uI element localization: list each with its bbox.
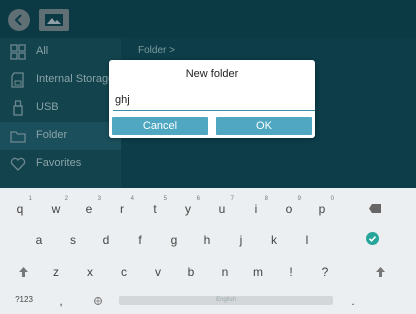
comma-key[interactable]: , — [51, 294, 71, 308]
backspace-key[interactable] — [365, 202, 385, 216]
spacebar[interactable]: English — [119, 296, 333, 305]
globe-icon — [94, 297, 102, 305]
key-n[interactable]: n — [215, 265, 235, 279]
sidebar-item-internal-storage[interactable]: Internal Storage — [0, 66, 121, 94]
shift-icon — [375, 267, 385, 277]
key-z[interactable]: z — [46, 265, 66, 279]
dialog-title: New folder — [185, 68, 239, 80]
period-key[interactable]: . — [343, 294, 363, 308]
key-e[interactable]: e3 — [79, 196, 101, 216]
key-c[interactable]: c — [114, 265, 134, 279]
chevron-left-icon — [14, 14, 22, 26]
folder-name-input[interactable] — [113, 90, 315, 111]
key-v[interactable]: v — [148, 265, 168, 279]
usb-icon — [13, 100, 23, 116]
sidebar-item-usb[interactable]: USB — [0, 94, 121, 122]
key-t[interactable]: t5 — [145, 196, 167, 216]
sidebar-item-label: Favorites — [36, 157, 82, 169]
key-o[interactable]: o9 — [279, 196, 301, 216]
sidebar-item-label: Folder — [36, 129, 68, 141]
breadcrumb[interactable]: Folder > — [138, 45, 175, 56]
image-icon — [45, 14, 63, 26]
key-exclamation[interactable]: ! — [281, 265, 301, 279]
key-x[interactable]: x — [80, 265, 100, 279]
key-f[interactable]: f — [130, 233, 150, 247]
sidebar: All Internal Storage USB Folder Favorite… — [0, 38, 121, 188]
key-r[interactable]: r4 — [112, 196, 134, 216]
key-u[interactable]: u7 — [212, 196, 234, 216]
key-g[interactable]: g — [164, 233, 184, 247]
symbols-key[interactable]: ?123 — [10, 295, 38, 304]
sidebar-item-label: USB — [36, 101, 59, 113]
sidebar-item-label: All — [36, 45, 49, 57]
shift-key-left[interactable] — [13, 266, 33, 280]
folder-icon — [10, 131, 26, 143]
enter-key[interactable] — [362, 232, 382, 248]
shift-icon — [18, 267, 28, 277]
backspace-icon — [369, 204, 381, 213]
heart-icon — [10, 157, 26, 171]
sd-card-icon — [11, 72, 24, 88]
back-button[interactable] — [8, 9, 30, 31]
key-k[interactable]: k — [264, 233, 284, 247]
shift-key-right[interactable] — [370, 266, 390, 280]
language-key[interactable] — [88, 294, 108, 308]
ok-button[interactable]: OK — [216, 117, 312, 135]
key-m[interactable]: m — [248, 265, 268, 279]
key-q[interactable]: q1 — [10, 196, 32, 216]
check-circle-icon — [365, 232, 379, 245]
key-a[interactable]: a — [29, 233, 49, 247]
image-button[interactable] — [39, 9, 69, 31]
key-l[interactable]: l — [297, 233, 317, 247]
key-d[interactable]: d — [96, 233, 116, 247]
key-question[interactable]: ? — [315, 265, 335, 279]
key-w[interactable]: w2 — [46, 196, 68, 216]
key-j[interactable]: j — [231, 233, 251, 247]
key-p[interactable]: p0 — [312, 196, 334, 216]
top-bar — [0, 0, 416, 38]
sidebar-item-favorites[interactable]: Favorites — [0, 150, 121, 178]
key-s[interactable]: s — [63, 233, 83, 247]
key-y[interactable]: y6 — [178, 196, 200, 216]
sidebar-item-folder[interactable]: Folder — [0, 122, 121, 150]
cancel-button[interactable]: Cancel — [112, 117, 208, 135]
key-i[interactable]: i8 — [246, 196, 268, 216]
key-b[interactable]: b — [181, 265, 201, 279]
sidebar-item-all[interactable]: All — [0, 38, 121, 66]
new-folder-dialog: New folder Cancel OK — [109, 60, 315, 138]
grid-icon — [10, 44, 26, 60]
sidebar-item-label: Internal Storage — [36, 73, 115, 85]
key-h[interactable]: h — [197, 233, 217, 247]
